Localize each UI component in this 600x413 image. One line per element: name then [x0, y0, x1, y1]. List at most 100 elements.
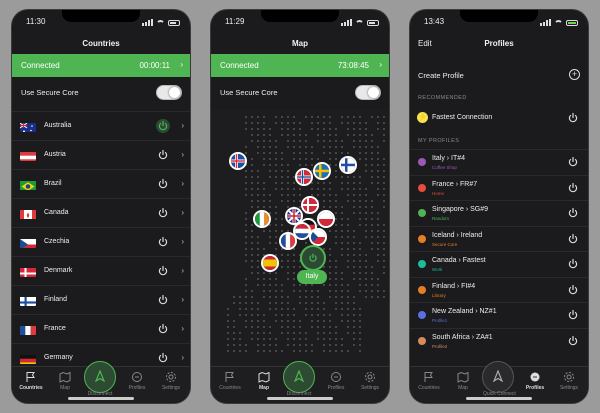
country-row-finland[interactable]: Finland › [12, 285, 190, 314]
connect-power-icon[interactable] [156, 177, 170, 191]
tab-settings[interactable]: Settings [156, 371, 186, 391]
profile-row[interactable]: Singapore › SG#9 Random [410, 200, 588, 225]
connect-power-icon[interactable] [566, 232, 580, 246]
map-dot [251, 320, 253, 322]
secure-core-toggle[interactable] [355, 85, 381, 100]
country-row-czechia[interactable]: Czechia › [12, 227, 190, 256]
tab-map[interactable]: Map [448, 371, 478, 391]
map-dot [329, 188, 331, 190]
fastest-connection-row[interactable]: ⚡ Fastest Connection [410, 106, 588, 131]
spain-map-pin[interactable] [261, 254, 279, 272]
profile-row[interactable]: Canada › Fastest Work [410, 251, 588, 276]
map-dot [383, 224, 385, 226]
tab-quick-connect[interactable]: Quick Connect [483, 389, 516, 397]
tab-profiles[interactable]: Profiles [520, 371, 550, 391]
map-dot [275, 140, 277, 142]
map-dot [353, 344, 355, 346]
connect-power-icon[interactable] [156, 322, 170, 336]
chevron-right-icon[interactable]: › [181, 179, 184, 188]
chevron-right-icon[interactable]: › [181, 121, 184, 130]
country-row-australia[interactable]: Australia › [12, 111, 190, 140]
chevron-right-icon[interactable]: › [181, 295, 184, 304]
chevron-right-icon[interactable]: › [181, 266, 184, 275]
map-dot [287, 146, 289, 148]
map-dot [263, 278, 265, 280]
tab-countries[interactable]: Countries [16, 371, 46, 391]
connect-power-icon[interactable] [566, 283, 580, 297]
czechia-map-pin[interactable] [309, 228, 327, 246]
tab-settings[interactable]: Settings [355, 371, 385, 391]
tab-disconnect[interactable]: Disconnect [85, 389, 115, 397]
norway-map-pin[interactable] [295, 168, 313, 186]
connection-status-bar[interactable]: Connected 00:00:11 › [12, 54, 190, 77]
map-dot [299, 188, 301, 190]
map-dot [353, 146, 355, 148]
profile-row[interactable]: France › FR#7 Home [410, 174, 588, 200]
tab-profiles[interactable]: Profiles [122, 371, 152, 391]
map-dot [257, 182, 259, 184]
denmark-map-pin[interactable] [301, 196, 319, 214]
map-dot [353, 188, 355, 190]
tab-label: Countries [19, 385, 43, 391]
profile-row[interactable]: Iceland › Ireland Secure Core [410, 225, 588, 251]
country-row-france[interactable]: France › [12, 314, 190, 343]
netherlands-map-pin[interactable] [293, 222, 311, 240]
country-row-canada[interactable]: Canada › [12, 198, 190, 227]
map-dot [371, 218, 373, 220]
map-dot [383, 260, 385, 262]
tab-map[interactable]: Map [50, 371, 80, 391]
connect-power-icon[interactable] [156, 206, 170, 220]
connect-power-icon[interactable] [156, 235, 170, 249]
sweden-map-pin[interactable] [313, 162, 331, 180]
map-dot [257, 344, 259, 346]
map-dot [245, 128, 247, 130]
tab-map[interactable]: Map [249, 371, 279, 391]
tab-countries[interactable]: Countries [414, 371, 444, 391]
tab-disconnect[interactable]: Disconnect [284, 389, 314, 397]
tab-label: Profiles [128, 385, 146, 391]
connect-power-icon[interactable] [566, 334, 580, 348]
wifi-icon [156, 20, 165, 26]
connect-power-icon[interactable] [566, 257, 580, 271]
profile-row[interactable]: South Africa › ZA#1 Profile2 [410, 327, 588, 353]
tab-profiles[interactable]: Profiles [321, 371, 351, 391]
connect-power-icon[interactable] [156, 148, 170, 162]
connect-power-icon[interactable] [566, 155, 580, 169]
connect-power-icon[interactable] [566, 111, 580, 125]
map-dot [257, 314, 259, 316]
connection-status-bar[interactable]: Connected 73:08:45 › [211, 54, 389, 77]
plus-icon[interactable]: + [569, 69, 580, 80]
map-dot [377, 296, 379, 298]
tab-countries[interactable]: Countries [215, 371, 245, 391]
connect-power-icon[interactable] [156, 293, 170, 307]
secure-core-toggle[interactable] [156, 85, 182, 100]
tab-settings[interactable]: Settings [554, 371, 584, 391]
poland-map-pin[interactable] [317, 210, 335, 228]
map-dot [293, 350, 295, 352]
profile-row[interactable]: Finland › FI#4 Library [410, 276, 588, 302]
italy-connected-pin[interactable] [300, 245, 326, 271]
iceland-map-pin[interactable] [229, 152, 247, 170]
finland-map-pin[interactable] [339, 156, 357, 174]
country-row-brazil[interactable]: Brazil › [12, 169, 190, 198]
chevron-right-icon[interactable]: › [181, 324, 184, 333]
profile-row[interactable]: Italy › IT#4 Coffee Shop [410, 149, 588, 174]
ireland-map-pin[interactable] [253, 210, 271, 228]
chevron-right-icon[interactable]: › [181, 208, 184, 217]
chevron-right-icon[interactable]: › [181, 150, 184, 159]
profile-row[interactable]: New Zealand › NZ#1 Profile1 [410, 302, 588, 327]
connect-power-icon[interactable] [566, 181, 580, 195]
connect-power-icon[interactable] [156, 119, 170, 133]
map-dot [227, 338, 229, 340]
connect-power-icon[interactable] [566, 206, 580, 220]
chevron-right-icon[interactable]: › [181, 237, 184, 246]
country-row-austria[interactable]: Austria › [12, 140, 190, 169]
create-profile-row[interactable]: Create Profile + [410, 62, 588, 88]
connect-power-icon[interactable] [156, 264, 170, 278]
connect-power-icon[interactable] [156, 351, 170, 365]
country-row-denmark[interactable]: Denmark › [12, 256, 190, 285]
world-map[interactable]: Italy [211, 110, 389, 368]
map-dot [299, 140, 301, 142]
chevron-right-icon[interactable]: › [181, 353, 184, 362]
connect-power-icon[interactable] [566, 308, 580, 322]
